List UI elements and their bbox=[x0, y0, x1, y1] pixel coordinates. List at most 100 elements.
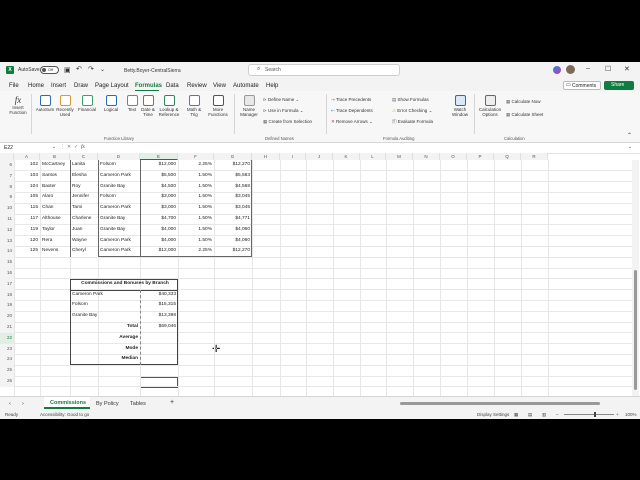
comments-button[interactable]: ▭ Comments bbox=[563, 81, 601, 90]
cell-c[interactable]: Cheryl bbox=[72, 246, 96, 257]
tab-view[interactable]: View bbox=[213, 83, 226, 89]
calculation-options-button[interactable]: Calculation Options bbox=[477, 95, 503, 117]
row-header[interactable]: 24 bbox=[0, 354, 14, 366]
cell-a[interactable]: 117 bbox=[16, 214, 38, 225]
row-header[interactable]: 18 bbox=[0, 289, 14, 301]
column-header[interactable]: O bbox=[440, 153, 467, 160]
add-sheet-icon[interactable]: + bbox=[170, 399, 174, 406]
display-settings-button[interactable]: Display Settings bbox=[477, 412, 509, 417]
quick-access-more-icon[interactable]: ⌄ bbox=[100, 66, 105, 73]
column-header[interactable]: E bbox=[140, 153, 178, 160]
show-formulas-button[interactable]: ▤ Show Formulas bbox=[392, 97, 429, 103]
cell-c[interactable]: Roy bbox=[72, 182, 96, 193]
name-box[interactable]: E22 bbox=[4, 145, 44, 151]
prev-sheet-icon[interactable]: ‹ bbox=[9, 401, 11, 407]
library-button-recently-used[interactable]: Recently Used bbox=[54, 95, 76, 117]
autosave-toggle[interactable]: Off bbox=[40, 66, 59, 74]
tab-page-layout[interactable]: Page Layout bbox=[95, 83, 129, 89]
column-header[interactable]: N bbox=[413, 153, 440, 160]
cell-b[interactable]: Baxter bbox=[42, 182, 68, 193]
copilot-icon[interactable] bbox=[553, 66, 561, 74]
cell-c[interactable]: Lanita bbox=[72, 160, 96, 171]
cell-b[interactable]: Rera bbox=[42, 236, 68, 247]
next-sheet-icon[interactable]: › bbox=[22, 401, 24, 407]
tab-data[interactable]: Data bbox=[166, 83, 179, 89]
row-header[interactable]: 11 bbox=[0, 214, 14, 225]
column-header[interactable]: K bbox=[333, 153, 360, 160]
column-header[interactable]: G bbox=[214, 153, 252, 160]
formula-input[interactable] bbox=[92, 144, 622, 151]
cell-b[interactable]: Althouse bbox=[42, 214, 68, 225]
vertical-scrollbar[interactable] bbox=[632, 160, 639, 396]
cell-b[interactable]: Nevens bbox=[42, 246, 68, 257]
maximize-icon[interactable]: ☐ bbox=[605, 65, 611, 73]
column-header[interactable]: C bbox=[70, 153, 98, 160]
horizontal-scrollbar[interactable] bbox=[390, 400, 630, 406]
cancel-icon[interactable]: ✕ bbox=[67, 144, 71, 150]
corner-select-all[interactable] bbox=[0, 153, 14, 160]
define-name-button[interactable]: ⊳ Define Name ⌄ bbox=[263, 97, 299, 103]
row-header[interactable]: 8 bbox=[0, 181, 14, 193]
share-button[interactable]: Share bbox=[604, 81, 634, 90]
tab-automate[interactable]: Automate bbox=[233, 83, 259, 89]
library-button-math-trig[interactable]: Math & Trig bbox=[183, 95, 205, 117]
trace-dependents-button[interactable]: ⇠ Trace Dependents bbox=[331, 108, 373, 114]
column-header[interactable]: Q bbox=[494, 153, 521, 160]
row-header[interactable]: 23 bbox=[0, 343, 14, 355]
evaluate-formula-button[interactable]: ⒡ Evaluate Formula bbox=[392, 119, 433, 125]
tab-home[interactable]: Home bbox=[28, 83, 44, 89]
enter-icon[interactable]: ✓ bbox=[74, 144, 78, 150]
vertical-scroll-thumb[interactable] bbox=[634, 270, 637, 390]
cell-c[interactable]: Elesha bbox=[72, 171, 96, 182]
column-header[interactable]: P bbox=[467, 153, 494, 160]
minimize-icon[interactable]: – bbox=[586, 65, 590, 72]
tab-help[interactable]: Help bbox=[266, 83, 278, 89]
column-header[interactable]: J bbox=[306, 153, 333, 160]
create-from-selection-button[interactable]: ▦ Create from Selection bbox=[263, 119, 312, 125]
column-header[interactable]: M bbox=[386, 153, 413, 160]
file-name[interactable]: Betty.Boyer-CentralSierra bbox=[124, 68, 181, 74]
cell-c[interactable]: Juan bbox=[72, 225, 96, 236]
zoom-slider-thumb[interactable] bbox=[594, 412, 596, 417]
library-button-date-time[interactable]: Date & Time bbox=[137, 95, 159, 117]
row-header[interactable]: 22 bbox=[0, 332, 14, 344]
library-button-financial[interactable]: Financial bbox=[76, 95, 98, 112]
undo-icon[interactable]: ↶ bbox=[76, 65, 82, 73]
cell-a[interactable]: 115 bbox=[16, 203, 38, 214]
page-break-view-icon[interactable]: ▥ bbox=[542, 412, 546, 418]
row-header[interactable]: 9 bbox=[0, 192, 14, 204]
sheet-tab-by-policy[interactable]: By Policy bbox=[96, 401, 119, 407]
cell-a[interactable]: 104 bbox=[16, 182, 38, 193]
row-header[interactable]: 15 bbox=[0, 257, 14, 268]
row-header[interactable]: 12 bbox=[0, 224, 14, 236]
collapse-ribbon-icon[interactable]: ⌃ bbox=[627, 132, 632, 139]
cell-c[interactable]: Jennifer bbox=[72, 192, 96, 203]
cell-b[interactable]: McCartney bbox=[42, 160, 68, 171]
row-header[interactable]: 21 bbox=[0, 322, 14, 333]
fx-button[interactable]: fx bbox=[81, 144, 85, 150]
avatar[interactable] bbox=[566, 65, 575, 74]
insert-function-button[interactable]: fx Insert Function bbox=[8, 95, 28, 115]
cell-a[interactable]: 103 bbox=[16, 171, 38, 182]
cell-b[interactable]: Santos bbox=[42, 171, 68, 182]
cell-c[interactable]: Charlene bbox=[72, 214, 96, 225]
row-header[interactable]: 7 bbox=[0, 170, 14, 182]
cell-a[interactable]: 119 bbox=[16, 225, 38, 236]
sheet-tab-commissions[interactable]: Commissions bbox=[44, 397, 90, 409]
cell-a[interactable]: 105 bbox=[16, 192, 38, 203]
watch-window-button[interactable]: Watch Window bbox=[450, 95, 470, 117]
error-checking-button[interactable]: ⚠ Error Checking ⌄ bbox=[392, 108, 432, 114]
cell-c[interactable]: Wayne bbox=[72, 236, 96, 247]
library-button-logical[interactable]: Logical bbox=[100, 95, 122, 112]
cell-b[interactable]: Alaro bbox=[42, 192, 68, 203]
row-header[interactable]: 14 bbox=[0, 246, 14, 258]
redo-icon[interactable]: ↷ bbox=[88, 65, 94, 73]
save-icon[interactable]: ▣ bbox=[64, 66, 71, 74]
remove-arrows-button[interactable]: ✕ Remove Arrows ⌄ bbox=[331, 119, 373, 125]
use-in-formula-button[interactable]: ⊳ Use in Formula ⌄ bbox=[263, 108, 304, 114]
column-header[interactable]: H bbox=[252, 153, 280, 160]
cell-b[interactable]: Chan bbox=[42, 203, 68, 214]
row-header[interactable]: 17 bbox=[0, 278, 14, 290]
calculate-sheet-button[interactable]: ▦ Calculate Sheet bbox=[506, 112, 543, 118]
tab-review[interactable]: Review bbox=[187, 83, 207, 89]
